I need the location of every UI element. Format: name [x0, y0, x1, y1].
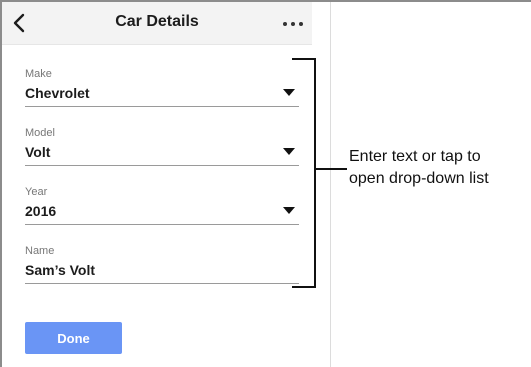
header-bar: Car Details: [2, 2, 312, 45]
dropdown-arrow-icon[interactable]: [283, 207, 295, 214]
make-label: Make: [25, 68, 52, 80]
chevron-left-icon: [13, 13, 25, 33]
dropdown-arrow-icon[interactable]: [283, 89, 295, 96]
make-value: Chevrolet: [25, 85, 90, 101]
field-underline: [25, 165, 299, 166]
name-value[interactable]: Sam’s Volt: [25, 262, 95, 278]
more-dot: [291, 22, 295, 26]
more-options-button[interactable]: [278, 10, 308, 36]
model-label: Model: [25, 127, 55, 139]
callout-leader-line: [316, 168, 347, 170]
back-button[interactable]: [6, 8, 36, 38]
year-value: 2016: [25, 203, 57, 219]
more-dot: [299, 22, 303, 26]
dropdown-arrow-icon[interactable]: [283, 148, 295, 155]
name-label: Name: [25, 245, 55, 257]
callout-bracket: [314, 58, 316, 288]
done-button[interactable]: Done: [25, 322, 122, 354]
more-horizontal-icon: [283, 22, 287, 26]
year-label: Year: [25, 186, 48, 198]
field-underline: [25, 106, 299, 107]
callout-text: Enter text or tap to open drop-down list: [349, 146, 529, 190]
callout-line-1: Enter text or tap to: [349, 148, 481, 165]
model-value: Volt: [25, 144, 51, 160]
field-underline: [25, 224, 299, 225]
callout-bracket-top: [292, 58, 316, 60]
car-details-panel: Car Details Make Chevrolet Model Volt Ye…: [2, 2, 312, 367]
callout-line-2: open drop-down list: [349, 170, 489, 187]
panel-divider: [330, 2, 331, 367]
page-title: Car Details: [115, 13, 199, 30]
field-underline: [25, 283, 299, 284]
callout-bracket-bottom: [292, 286, 316, 288]
